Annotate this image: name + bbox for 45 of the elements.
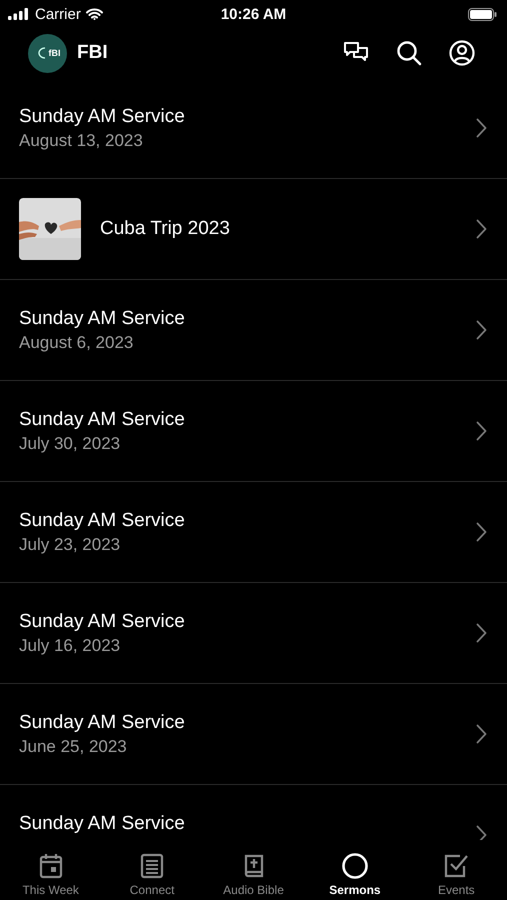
search-icon[interactable] xyxy=(396,40,422,66)
tab-item[interactable]: Sermons xyxy=(304,840,406,900)
chevron-icon xyxy=(476,522,487,542)
tab-item[interactable]: Connect xyxy=(101,840,203,900)
chevron-icon xyxy=(476,219,487,239)
sermon-row[interactable]: Sunday AM Service August 13, 2023 xyxy=(0,78,507,179)
sermon-title: Sunday AM Service xyxy=(19,611,185,633)
sermon-row[interactable]: Cuba Trip 2023 xyxy=(0,179,507,280)
chevron-icon xyxy=(476,118,487,138)
tab-item[interactable]: This Week xyxy=(0,840,102,900)
sermon-title: Sunday AM Service xyxy=(19,106,185,128)
sermon-date: June 25, 2023 xyxy=(19,737,128,757)
chevron-icon xyxy=(476,320,487,340)
sermon-date: August 6, 2023 xyxy=(19,333,134,353)
chevron-icon xyxy=(476,724,487,744)
tab-item[interactable]: Audio Bible xyxy=(202,840,304,900)
tab-icon xyxy=(340,852,369,880)
church-logo: fBI xyxy=(28,34,67,72)
sermon-row[interactable]: Sunday AM Service July 30, 2023 xyxy=(0,381,507,482)
signal-icon xyxy=(8,8,30,20)
sermon-row[interactable]: Sunday AM Service July 16, 2023 xyxy=(0,583,507,684)
sermon-date: August 13, 2023 xyxy=(19,131,144,151)
sermon-date: July 16, 2023 xyxy=(19,636,122,656)
battery-icon xyxy=(468,8,497,20)
sermon-title: Sunday AM Service xyxy=(19,813,185,835)
sermon-date: July 30, 2023 xyxy=(19,434,122,454)
sermon-row[interactable]: Sunday AM Service June 25, 2023 xyxy=(0,684,507,785)
sermon-date: July 23, 2023 xyxy=(19,535,122,555)
sermon-title: Sunday AM Service xyxy=(19,712,185,734)
sermon-title: Sunday AM Service xyxy=(19,409,185,431)
sermon-row[interactable]: Sunday AM Service August 6, 2023 xyxy=(0,280,507,381)
carrier-name: Carrier xyxy=(35,6,81,22)
sermon-row[interactable]: Sunday AM Service July 23, 2023 xyxy=(0,482,507,583)
tab-item[interactable]: Events xyxy=(406,840,507,900)
series-title: Cuba Trip 2023 xyxy=(100,218,230,240)
status-time: 10:26 AM xyxy=(220,6,286,22)
sermon-title: Sunday AM Service xyxy=(19,510,185,532)
tab-icon xyxy=(442,852,470,880)
wifi-icon xyxy=(86,8,103,20)
chevron-icon xyxy=(476,421,487,441)
app-title: FBI xyxy=(77,42,108,64)
chevron-icon xyxy=(476,623,487,643)
profile-icon[interactable] xyxy=(449,40,475,66)
chevron-icon xyxy=(476,825,487,840)
sermon-title: Sunday AM Service xyxy=(19,308,185,330)
